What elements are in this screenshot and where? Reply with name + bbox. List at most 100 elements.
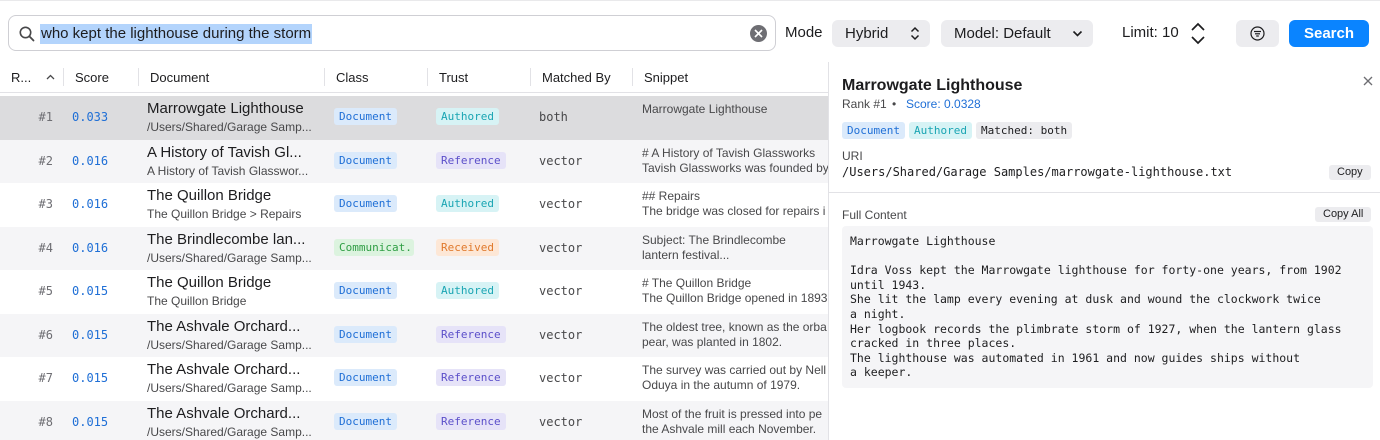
snippet-cell: ## Repairs The bridge was closed for repa… xyxy=(642,189,828,219)
trust-badge: Received xyxy=(436,238,499,256)
table-row[interactable]: #3 0.016 The Quillon Bridge The Quillon Bri… xyxy=(0,183,828,227)
rank-cell: #2 xyxy=(38,153,53,168)
document-subtitle: /Users/Shared/Garage Samp... xyxy=(147,250,312,265)
table-row[interactable]: #1 0.033 Marrowgate Lighthouse/Users/Share… xyxy=(0,96,828,140)
detail-title: Marrowgate Lighthouse xyxy=(842,77,1023,94)
class-badge: Document xyxy=(334,151,397,169)
model-select[interactable]: Model: Default xyxy=(941,20,1093,47)
filter-icon xyxy=(1250,26,1265,41)
rank-cell: #5 xyxy=(38,284,53,298)
copy-all-button[interactable]: Copy All xyxy=(1315,207,1372,222)
trust-badge: Authored xyxy=(436,282,499,299)
document-subtitle: The Quillon Bridge > Repairs xyxy=(147,207,302,221)
snippet-cell: The survey was carried out by Nell Oduya … xyxy=(642,363,828,393)
class-badge: Communicat... xyxy=(334,238,414,256)
table-row[interactable]: #7 0.015 The Ashvale Orchard... /Users/Shar… xyxy=(0,357,828,401)
score-cell: 0.015 xyxy=(72,327,109,342)
table-row[interactable]: #8 0.015 The Ashvale Orchard... /Users/Shar… xyxy=(0,400,828,440)
table-row[interactable]: #2 0.016 A History of Tavish Gl... A Histor… xyxy=(0,139,828,183)
score-cell: 0.015 xyxy=(72,284,109,298)
snippet-line: # The Quillon Bridge xyxy=(642,276,752,290)
toolbar: who kept the lighthouse during the storm… xyxy=(0,0,1380,62)
model-select-value: Model: Default xyxy=(954,25,1051,42)
close-icon[interactable] xyxy=(1363,76,1373,86)
column-header-score[interactable]: Score xyxy=(75,70,109,86)
column-divider xyxy=(63,68,64,86)
snippet-line: # A History of Tavish Glassworks xyxy=(642,145,816,160)
score-cell: 0.016 xyxy=(72,153,109,168)
snippet-line: the Ashvale mill each November. xyxy=(642,421,817,436)
trust-badge: Authored xyxy=(908,122,972,139)
snippet-line: Subject: The Brindlecombe xyxy=(642,232,786,247)
mode-select[interactable]: Hybrid xyxy=(832,20,930,47)
trust-badge: Authored xyxy=(436,108,499,125)
score-cell: 0.033 xyxy=(72,110,109,124)
document-title: Marrowgate Lighthouse xyxy=(147,100,304,117)
detail-panel: Marrowgate Lighthouse Rank #1 • Score: 0… xyxy=(829,62,1380,440)
up-down-chevron-icon xyxy=(910,26,920,41)
matched-by-cell: vector xyxy=(539,327,583,342)
chevron-down-icon xyxy=(1072,30,1083,37)
class-badge: Document xyxy=(334,412,397,430)
rank-cell: #8 xyxy=(38,414,53,429)
rank-cell: #3 xyxy=(38,197,53,211)
mode-select-value: Hybrid xyxy=(845,25,889,42)
search-field[interactable]: who kept the lighthouse during the storm xyxy=(8,15,776,51)
sort-ascending-icon xyxy=(46,74,55,80)
snippet-line: lantern festival... xyxy=(642,247,730,262)
column-header-document[interactable]: Document xyxy=(150,70,209,86)
matched-badge: Matched: both xyxy=(975,122,1073,139)
detail-rank: Rank #1 xyxy=(842,97,887,111)
column-header-trust[interactable]: Trust xyxy=(439,70,468,86)
uri-value: /Users/Shared/Garage Samples/marrowgate-… xyxy=(842,165,1233,179)
trust-badge: Authored xyxy=(436,195,499,212)
snippet-line: The bridge was closed for repairs i xyxy=(642,204,826,218)
column-header-matched-by[interactable]: Matched By xyxy=(542,70,611,86)
matched-by-cell: vector xyxy=(539,414,583,429)
document-title: The Quillon Bridge xyxy=(147,274,272,291)
search-query-text[interactable]: who kept the lighthouse during the storm xyxy=(40,24,313,44)
snippet-cell: The oldest tree, known as the orba pear, … xyxy=(642,320,828,350)
filter-button[interactable] xyxy=(1236,20,1279,47)
class-badge: Document xyxy=(842,122,905,139)
snippet-line: Oduya in the autumn of 1979. xyxy=(642,378,801,392)
table-row[interactable]: #4 0.016 The Brindlecombe lan... /Users/Sha… xyxy=(0,226,828,270)
rank-cell: #6 xyxy=(38,327,53,342)
copy-uri-button[interactable]: Copy xyxy=(1329,165,1371,180)
mode-label: Mode xyxy=(785,24,823,41)
search-button[interactable]: Search xyxy=(1289,20,1369,47)
column-divider xyxy=(138,68,139,86)
snippet-line: pear, was planted in 1802. xyxy=(642,334,783,349)
class-badge: Document xyxy=(334,369,397,386)
score-cell: 0.015 xyxy=(72,371,109,385)
class-badge: Document xyxy=(334,282,397,299)
trust-badge: Reference xyxy=(436,325,506,343)
limit-label: Limit: 10 xyxy=(1122,24,1179,41)
column-divider xyxy=(427,68,428,86)
document-subtitle: /Users/Shared/Garage Samp... xyxy=(147,381,312,395)
class-badge: Document xyxy=(334,325,397,343)
snippet-cell: # A History of Tavish Glassworks Tavish G… xyxy=(642,146,828,176)
class-badge: Document xyxy=(334,108,397,125)
document-subtitle: The Quillon Bridge xyxy=(147,294,247,308)
document-title: The Brindlecombe lan... xyxy=(147,230,306,248)
table-row[interactable]: #6 0.015 The Ashvale Orchard... /Users/Shar… xyxy=(0,313,828,357)
class-badge: Document xyxy=(334,195,397,212)
document-subtitle: /Users/Shared/Garage Samp... xyxy=(147,120,312,134)
snippet-line: The survey was carried out by Nell xyxy=(642,363,827,377)
column-header-snippet[interactable]: Snippet xyxy=(644,70,688,86)
matched-by-cell: vector xyxy=(539,153,583,168)
detail-badges: Document Authored Matched: both xyxy=(842,122,1076,140)
column-header-class[interactable]: Class xyxy=(336,70,369,86)
clear-search-icon[interactable] xyxy=(750,25,767,42)
snippet-line: Marrowgate Lighthouse xyxy=(642,102,768,116)
table-header: R... Score Document Class Trust Matched … xyxy=(0,62,828,93)
rank-cell: #1 xyxy=(38,110,53,124)
limit-stepper[interactable] xyxy=(1187,20,1209,47)
detail-score: Score: 0.0328 xyxy=(906,97,981,111)
column-header-rank[interactable]: R... xyxy=(11,70,31,86)
document-subtitle: /Users/Shared/Garage Samp... xyxy=(147,424,312,439)
table-row[interactable]: #5 0.015 The Quillon Bridge The Quillon Bri… xyxy=(0,270,828,314)
matched-by-cell: both xyxy=(539,110,568,124)
snippet-cell: Marrowgate Lighthouse xyxy=(642,102,828,117)
